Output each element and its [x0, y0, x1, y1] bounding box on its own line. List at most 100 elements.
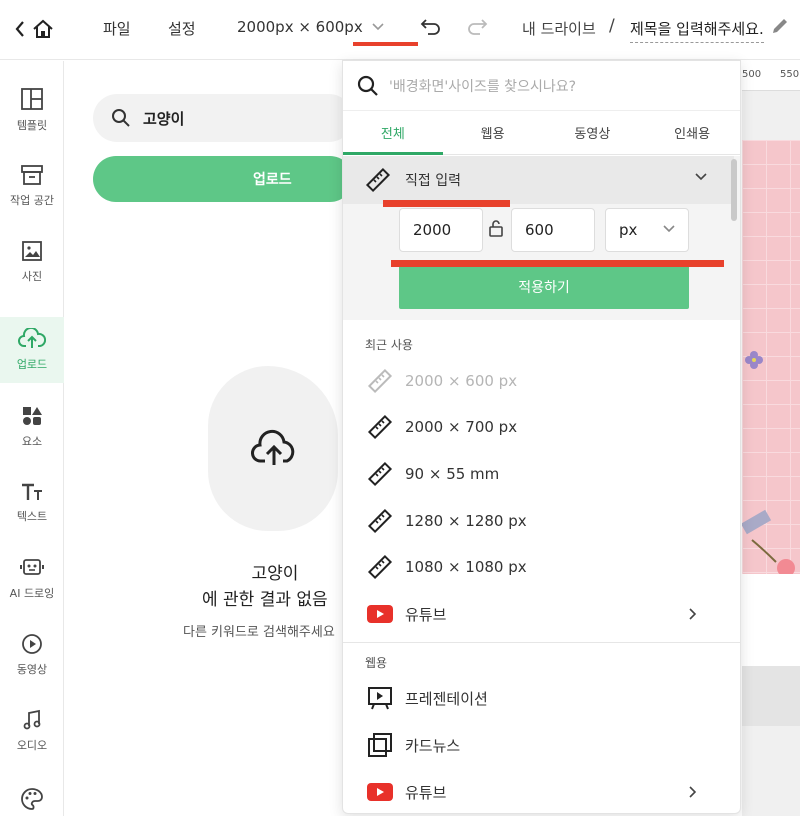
back-home-button[interactable]	[14, 17, 60, 41]
annotation-underline	[353, 42, 418, 46]
web-preset-label: 카드뉴스	[405, 736, 461, 755]
text-icon	[22, 483, 42, 500]
ruler-icon	[367, 554, 393, 580]
sidebar-item-text[interactable]: 텍스트	[0, 470, 64, 536]
template-icon	[21, 88, 43, 110]
upload-button-label: 업로드	[253, 172, 292, 188]
left-sidebar: 템플릿 작업 공간 사진 업로드 요소 텍스트 AI 드로잉 동영상 오디오	[0, 61, 64, 816]
card-news-icon	[368, 733, 392, 757]
file-menu[interactable]: 파일	[103, 18, 131, 39]
chevron-down-icon	[663, 225, 675, 233]
edit-title-button[interactable]	[770, 16, 790, 40]
recent-size-item[interactable]: 1080 × 1080 px	[343, 544, 734, 590]
recent-size-item[interactable]: 90 × 55 mm	[343, 451, 734, 497]
home-icon	[33, 19, 53, 38]
recent-size-item[interactable]: 2000 × 600 px	[343, 358, 734, 404]
sidebar-item-label: 텍스트	[16, 510, 48, 523]
ruler-icon	[365, 167, 391, 193]
sidebar-item-photo[interactable]: 사진	[0, 229, 64, 295]
recent-size-label: 90 × 55 mm	[405, 465, 500, 483]
web-preset-item[interactable]: 카드뉴스	[343, 722, 734, 768]
upload-cloud-icon	[251, 429, 295, 465]
direct-input-label: 직접 입력	[405, 173, 461, 189]
aspect-lock-toggle[interactable]	[489, 219, 503, 241]
ruler-icon	[367, 461, 393, 487]
canvas-size-selector[interactable]: 2000px × 600px	[237, 18, 385, 36]
sidebar-item-elements[interactable]: 요소	[0, 394, 64, 460]
sidebar-item-upload[interactable]: 업로드	[0, 317, 64, 383]
unit-select-value: px	[619, 221, 638, 239]
canvas-size-label: 2000px × 600px	[237, 18, 363, 36]
web-section-label: 웹용	[365, 656, 388, 670]
sidebar-item-audio[interactable]: 오디오	[0, 698, 64, 764]
redo-button[interactable]	[466, 16, 488, 40]
direct-input-section: 직접 입력 2000 600 px 적용하기	[343, 156, 740, 320]
pencil-icon	[773, 19, 787, 33]
section-divider	[343, 642, 740, 643]
recent-section-label: 최근 사용	[365, 338, 413, 352]
tab-web[interactable]: 웹용	[443, 111, 543, 154]
no-result-message: 에 관한 결과 없음	[202, 590, 328, 610]
annotation-underline	[383, 200, 510, 207]
tab-all[interactable]: 전체	[343, 111, 443, 155]
settings-menu[interactable]: 설정	[168, 18, 196, 39]
sidebar-item-label: AI 드로잉	[9, 587, 55, 600]
annotation-underline	[391, 260, 724, 267]
web-preset-item[interactable]: 프레젠테이션	[343, 675, 734, 721]
audio-icon	[23, 709, 41, 730]
width-input[interactable]: 2000	[399, 208, 483, 252]
asset-search-input[interactable]: 고양이	[93, 94, 353, 142]
no-result-hint: 다른 키워드로 검색해주세요	[183, 625, 335, 640]
web-preset-label: 프레젠테이션	[405, 689, 488, 708]
web-preset-label: 유튜브	[405, 783, 447, 802]
unit-select[interactable]: px	[605, 208, 689, 252]
sticker-decoration-icon	[742, 510, 795, 574]
sidebar-item-label: 업로드	[16, 358, 48, 371]
sidebar-item-palette[interactable]	[0, 766, 64, 816]
ai-drawing-icon	[20, 559, 44, 575]
ruler-icon	[367, 414, 393, 440]
recent-size-item[interactable]: 1280 × 1280 px	[343, 498, 734, 544]
photo-icon	[22, 241, 42, 261]
recent-size-label: 1280 × 1280 px	[405, 512, 527, 530]
direct-input-toggle[interactable]: 직접 입력	[343, 156, 734, 204]
height-input[interactable]: 600	[511, 208, 595, 252]
apply-button[interactable]: 적용하기	[399, 265, 689, 309]
redo-icon	[468, 19, 488, 35]
top-ruler: 500 550	[742, 61, 800, 91]
canvas-below-area	[742, 574, 800, 666]
sidebar-item-workspace[interactable]: 작업 공간	[0, 153, 64, 219]
sidebar-item-label: 작업 공간	[10, 194, 54, 207]
upload-panel: 고양이 업로드 고양이 에 관한 결과 없음 다른 키워드로 검색해주세요	[65, 61, 353, 816]
undo-button[interactable]	[420, 16, 442, 40]
sidebar-item-template[interactable]: 템플릿	[0, 77, 64, 143]
my-drive-link[interactable]: 내 드라이브	[522, 18, 596, 39]
upload-button[interactable]: 업로드	[93, 156, 353, 202]
no-result-keyword: 고양이	[251, 564, 299, 584]
dropdown-scrollbar[interactable]	[731, 159, 737, 221]
recent-size-label: 2000 × 700 px	[405, 418, 518, 436]
document-title[interactable]: 제목을 입력해주세요.	[630, 18, 764, 43]
unlock-icon	[489, 220, 503, 237]
tab-print[interactable]: 인쇄용	[642, 111, 740, 154]
design-canvas[interactable]	[742, 140, 800, 574]
search-icon	[112, 109, 130, 127]
presentation-icon	[368, 687, 392, 710]
chevron-right-icon	[689, 786, 697, 798]
size-search-input[interactable]: '배경화면'사이즈를 찾으시나요?	[343, 61, 740, 111]
breadcrumb-separator: /	[609, 16, 615, 36]
empty-state-cloud	[250, 429, 298, 473]
palette-icon	[21, 788, 43, 810]
youtube-icon	[367, 783, 393, 801]
chevron-left-icon	[15, 21, 24, 37]
sidebar-item-ai-drawing[interactable]: AI 드로잉	[0, 546, 64, 612]
canvas-size-dropdown: '배경화면'사이즈를 찾으시나요? 전체 웹용 동영상 인쇄용 직접 입력 20…	[342, 60, 741, 814]
youtube-category-item[interactable]: 유튜브	[343, 591, 734, 637]
asset-search-value: 고양이	[143, 109, 185, 128]
tab-video[interactable]: 동영상	[543, 111, 643, 154]
elements-icon	[23, 407, 42, 425]
recent-size-item[interactable]: 2000 × 700 px	[343, 404, 734, 450]
web-preset-item[interactable]: 유튜브	[343, 769, 734, 813]
sidebar-item-video[interactable]: 동영상	[0, 622, 64, 688]
upload-cloud-icon	[18, 328, 46, 348]
